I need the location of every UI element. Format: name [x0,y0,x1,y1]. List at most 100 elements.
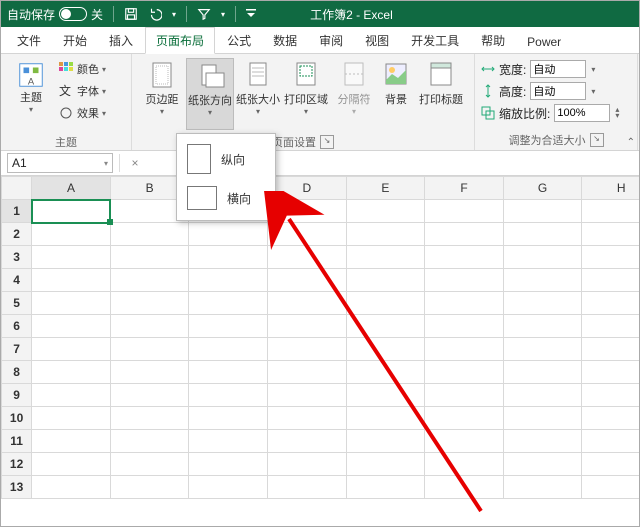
size-button[interactable]: 纸张大小▾ [234,58,282,132]
collapse-ribbon-icon[interactable]: ⌃ [627,137,635,148]
cell-H2[interactable] [582,223,640,246]
orientation-portrait-item[interactable]: 纵向 [177,138,275,180]
cell-G8[interactable] [503,361,582,384]
cell-E4[interactable] [346,269,425,292]
cell-F8[interactable] [425,361,504,384]
cell-A12[interactable] [32,453,111,476]
cell-H12[interactable] [582,453,640,476]
cell-C5[interactable] [189,292,268,315]
cell-C7[interactable] [189,338,268,361]
cell-E9[interactable] [346,384,425,407]
colors-button[interactable]: 颜色▾ [59,58,106,80]
filter-caret-icon[interactable]: ▾ [221,10,225,19]
cell-G5[interactable] [503,292,582,315]
cell-F1[interactable] [425,200,504,223]
cell-H7[interactable] [582,338,640,361]
cell-C8[interactable] [189,361,268,384]
cell-B3[interactable] [110,246,189,269]
tab-7[interactable]: 视图 [355,28,399,53]
tab-6[interactable]: 审阅 [309,28,353,53]
margins-button[interactable]: 页边距▾ [138,58,186,132]
qat-customize-icon[interactable] [246,9,256,19]
tab-1[interactable]: 开始 [53,28,97,53]
tab-3[interactable]: 页面布局 [145,27,215,54]
scale-input[interactable] [554,104,610,122]
cell-F7[interactable] [425,338,504,361]
cell-C3[interactable] [189,246,268,269]
col-header-A[interactable]: A [32,177,111,200]
cell-A1[interactable] [32,200,111,223]
cancel-formula-icon[interactable]: × [126,156,144,170]
cell-E8[interactable] [346,361,425,384]
tab-2[interactable]: 插入 [99,28,143,53]
row-header-8[interactable]: 8 [2,361,32,384]
cell-D3[interactable] [268,246,347,269]
filter-icon[interactable] [197,7,211,21]
cell-D5[interactable] [268,292,347,315]
cell-E13[interactable] [346,476,425,499]
effects-button[interactable]: 效果▾ [59,102,106,124]
cell-G6[interactable] [503,315,582,338]
cell-C13[interactable] [189,476,268,499]
cell-G1[interactable] [503,200,582,223]
cell-H3[interactable] [582,246,640,269]
cell-A7[interactable] [32,338,111,361]
cell-B5[interactable] [110,292,189,315]
cell-H10[interactable] [582,407,640,430]
col-header-E[interactable]: E [346,177,425,200]
cell-D11[interactable] [268,430,347,453]
cell-B2[interactable] [110,223,189,246]
name-box[interactable]: A1 ▾ [7,153,113,173]
cell-C10[interactable] [189,407,268,430]
cell-E1[interactable] [346,200,425,223]
cell-G9[interactable] [503,384,582,407]
row-header-2[interactable]: 2 [2,223,32,246]
autosave-toggle[interactable] [59,7,87,21]
cell-D10[interactable] [268,407,347,430]
tab-5[interactable]: 数据 [263,28,307,53]
cell-H1[interactable] [582,200,640,223]
cell-D8[interactable] [268,361,347,384]
cell-B9[interactable] [110,384,189,407]
cell-H13[interactable] [582,476,640,499]
cell-C9[interactable] [189,384,268,407]
cell-B10[interactable] [110,407,189,430]
row-header-6[interactable]: 6 [2,315,32,338]
cell-E10[interactable] [346,407,425,430]
col-header-H[interactable]: H [582,177,640,200]
height-input[interactable] [530,82,586,100]
cell-G2[interactable] [503,223,582,246]
cell-F10[interactable] [425,407,504,430]
undo-caret-icon[interactable]: ▾ [172,10,176,19]
cell-A8[interactable] [32,361,111,384]
page-setup-dialog-launcher[interactable]: ↘ [320,135,334,149]
cell-G13[interactable] [503,476,582,499]
row-header-12[interactable]: 12 [2,453,32,476]
row-header-1[interactable]: 1 [2,200,32,223]
cell-F4[interactable] [425,269,504,292]
col-header-F[interactable]: F [425,177,504,200]
cell-A5[interactable] [32,292,111,315]
cell-C2[interactable] [189,223,268,246]
cell-A10[interactable] [32,407,111,430]
col-header-D[interactable]: D [268,177,347,200]
cell-G3[interactable] [503,246,582,269]
cell-F5[interactable] [425,292,504,315]
cell-G4[interactable] [503,269,582,292]
cell-A6[interactable] [32,315,111,338]
themes-button[interactable]: A 主题 ▾ [7,58,55,132]
cell-A4[interactable] [32,269,111,292]
row-header-3[interactable]: 3 [2,246,32,269]
width-input[interactable] [530,60,586,78]
cell-C6[interactable] [189,315,268,338]
cell-F12[interactable] [425,453,504,476]
cell-D4[interactable] [268,269,347,292]
cell-F13[interactable] [425,476,504,499]
row-header-11[interactable]: 11 [2,430,32,453]
cell-F6[interactable] [425,315,504,338]
tab-9[interactable]: 帮助 [471,28,515,53]
save-icon[interactable] [124,7,138,21]
cell-D12[interactable] [268,453,347,476]
cell-H11[interactable] [582,430,640,453]
cell-A2[interactable] [32,223,111,246]
